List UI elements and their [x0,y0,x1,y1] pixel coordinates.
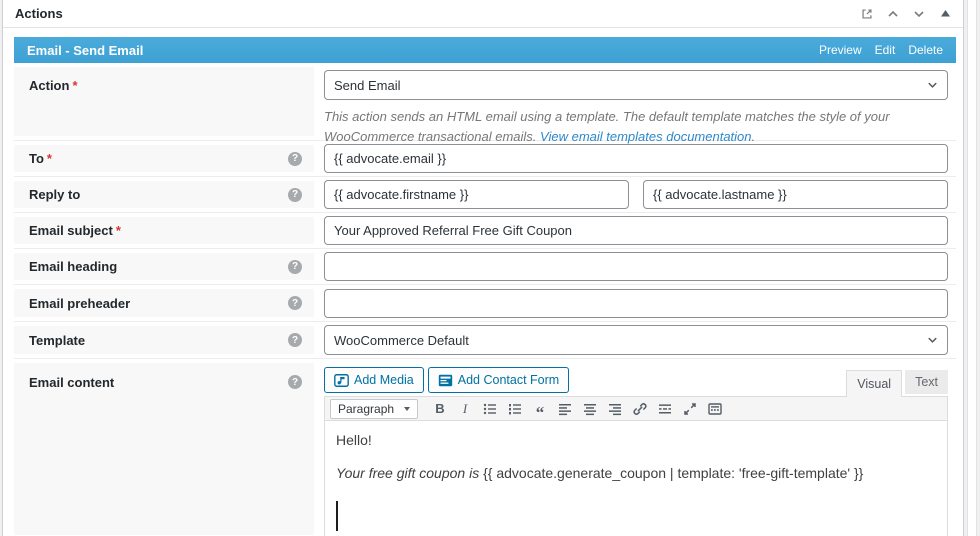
delete-link[interactable]: Delete [908,43,943,57]
field-row-email-heading: Email heading ? [14,249,956,285]
field-row-template: Template ? WooCommerce Default [14,322,956,359]
email-heading-input[interactable] [324,252,948,281]
add-contact-form-button[interactable]: Add Contact Form [427,367,570,393]
reply-to-email-input[interactable] [643,180,948,209]
bulleted-list-button[interactable] [478,399,502,419]
field-label-email-content: Email content ? [14,363,314,535]
preview-link[interactable]: Preview [819,43,862,57]
email-body-line: Hello! [336,432,372,448]
help-icon[interactable]: ? [288,187,302,202]
email-preheader-input[interactable] [324,288,948,318]
field-label-template: Template ? [14,326,314,354]
link-button[interactable] [628,399,652,419]
editor-toolbar: Paragraph B I “ [325,397,947,421]
help-icon[interactable]: ? [288,259,302,274]
actions-metabox: Actions Email - Send Email Preview Edit … [2,0,964,536]
action-panel-links: Preview Edit Delete [819,43,943,57]
toolbar-toggle-button[interactable] [703,399,727,419]
page-scrollbar[interactable] [967,0,977,536]
required-asterisk: * [115,223,121,238]
help-icon[interactable]: ? [288,333,302,347]
popout-icon[interactable] [859,6,875,22]
italic-button[interactable]: I [453,399,477,419]
field-row-email-preheader: Email preheader ? [14,285,956,322]
bold-button[interactable]: B [428,399,452,419]
add-media-button[interactable]: Add Media [324,367,424,393]
numbered-list-button[interactable] [503,399,527,419]
field-row-reply-to: Reply to ? [14,177,956,213]
fullscreen-button[interactable] [678,399,702,419]
email-body-line: Your free gift coupon is {{ advocate.gen… [336,465,864,481]
field-label-email-subject: Email subject * [14,217,314,244]
metabox-controls [859,6,953,22]
editor-mode-tabs: Visual Text [846,370,948,397]
field-label-to: To * ? [14,145,314,172]
template-select[interactable]: WooCommerce Default [324,325,948,355]
metabox-title: Actions [15,6,63,21]
action-select-control[interactable]: Send Email [324,70,948,100]
move-down-button[interactable] [911,6,927,22]
caret-down-icon [404,406,410,411]
blockquote-button[interactable]: “ [528,399,552,421]
field-label-email-preheader: Email preheader ? [14,289,314,317]
action-select[interactable]: Send Email [324,70,948,100]
to-input[interactable] [324,144,948,173]
reply-to-name-input[interactable] [324,180,629,209]
field-row-to: To * ? [14,141,956,177]
required-asterisk: * [72,78,78,93]
metabox-header: Actions [3,0,963,28]
edit-link[interactable]: Edit [875,43,896,57]
action-panel-header: Email - Send Email Preview Edit Delete [14,37,956,63]
field-label-reply-to: Reply to ? [14,181,314,208]
align-left-button[interactable] [553,399,577,419]
paragraph-format-select[interactable]: Paragraph [330,398,418,419]
field-label-action: Action * [14,67,314,136]
help-icon[interactable]: ? [288,375,302,389]
text-cursor [336,501,338,531]
field-row-email-subject: Email subject * [14,213,956,249]
editor-content-area[interactable]: Hello! Your free gift coupon is {{ advoc… [325,421,947,536]
read-more-button[interactable] [653,399,677,419]
template-select-control[interactable]: WooCommerce Default [324,325,948,355]
email-subject-input[interactable] [324,216,948,245]
required-asterisk: * [46,151,52,166]
help-icon[interactable]: ? [288,296,302,310]
field-label-email-heading: Email heading ? [14,253,314,280]
action-panel-title: Email - Send Email [27,42,144,58]
field-row-action: Action * Send Email This action sends an … [14,63,956,144]
move-up-button[interactable] [885,6,901,22]
email-content-editor: Paragraph B I “ Hello! Your free gift co… [324,396,948,536]
collapse-toggle-icon[interactable] [937,6,953,22]
media-icon [334,373,349,387]
contact-form-icon [438,374,453,387]
help-icon[interactable]: ? [288,151,302,166]
tab-visual[interactable]: Visual [846,370,903,397]
field-row-email-content: Email content ? Add Media Add Contact Fo… [14,359,956,536]
align-center-button[interactable] [578,399,602,419]
tab-text[interactable]: Text [905,370,948,394]
align-right-button[interactable] [603,399,627,419]
